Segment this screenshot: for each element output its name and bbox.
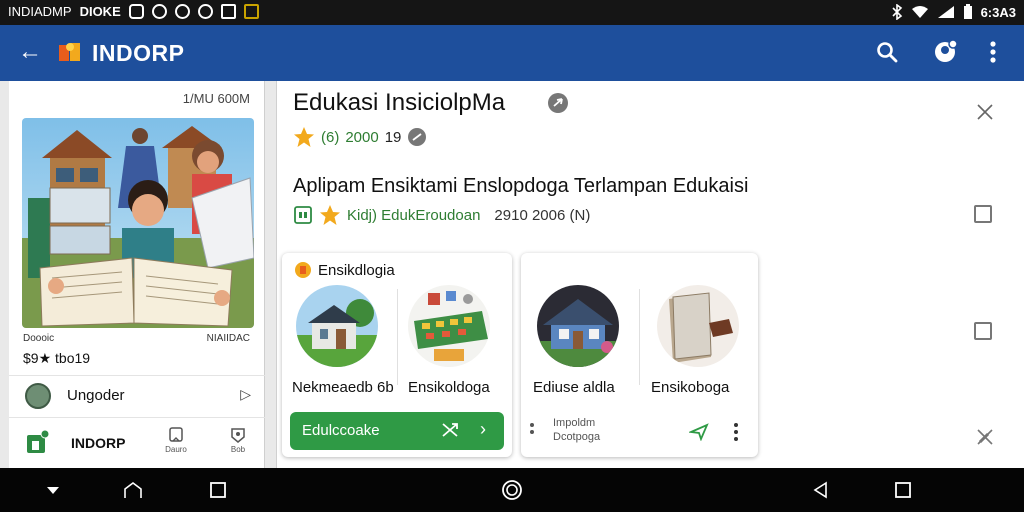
- app-title: INDORP: [92, 40, 185, 66]
- image-notification-icon: [220, 4, 236, 19]
- house-icon: [537, 285, 619, 367]
- battery-icon: [963, 4, 972, 19]
- star-icon: [294, 127, 314, 147]
- rating-prefix: (6): [321, 128, 340, 146]
- circle-notification-icon: [197, 4, 213, 19]
- close-icon[interactable]: [974, 101, 996, 123]
- play-notification-icon: [174, 4, 190, 19]
- more-vert-icon[interactable]: [983, 37, 1003, 67]
- user-name: Ungoder: [67, 387, 125, 404]
- nav-tab-1-label: Dauro: [165, 445, 187, 454]
- select-checkbox-1[interactable]: [974, 205, 992, 223]
- book-cover-icon: [657, 285, 739, 367]
- thumb-house[interactable]: [537, 285, 619, 367]
- category-label: Kidj) EdukEroudoan: [347, 206, 481, 224]
- divider: [397, 289, 398, 385]
- chevron-right-icon[interactable]: ›: [480, 419, 486, 440]
- home-label[interactable]: INDORP: [71, 435, 125, 451]
- thumb-boardgame[interactable]: [408, 285, 490, 367]
- status-left: INDIADMP DIOKE: [8, 4, 259, 19]
- hero-caption-left: Doooic: [23, 333, 55, 344]
- app-notification-icon: [128, 4, 144, 19]
- board-game-icon: [408, 285, 490, 367]
- signal-icon: [937, 6, 954, 18]
- wifi-icon: [911, 6, 928, 18]
- rating-value: 2000: [345, 128, 379, 146]
- more-vert-icon[interactable]: [733, 422, 739, 442]
- circle-home-icon[interactable]: [501, 479, 523, 501]
- page-title: Edukasi InsiciolpMa: [293, 89, 506, 116]
- divider: [639, 289, 640, 385]
- item-label-3[interactable]: Ediuse aldla: [533, 379, 615, 396]
- select-checkbox-2[interactable]: [974, 322, 992, 340]
- share-icon[interactable]: [547, 92, 569, 114]
- status-text-2: DIOKE: [79, 4, 121, 19]
- thumb-book[interactable]: [657, 285, 739, 367]
- info-line-2: Dcotpoga: [553, 431, 601, 443]
- nav-tab-2[interactable]: Bob: [221, 427, 255, 454]
- rating-count: 19: [384, 128, 402, 146]
- status-time: 6:3A3: [980, 4, 1016, 20]
- system-nav-bar: [0, 468, 1024, 512]
- calendar-icon: [294, 206, 312, 224]
- thumb-school[interactable]: [296, 285, 378, 367]
- pin-off-icon[interactable]: [974, 426, 996, 448]
- star-icon: [320, 205, 340, 225]
- more-vert-icon[interactable]: [529, 421, 535, 441]
- shuffle-icon[interactable]: [440, 420, 460, 440]
- primary-action-label: Edulccoake: [302, 422, 380, 439]
- hero-caption-right: NIAIIDAC: [206, 333, 250, 344]
- category-badge-icon: [295, 262, 311, 278]
- status-text: INDIADMP: [8, 4, 72, 19]
- home-app-icon[interactable]: [25, 429, 49, 455]
- side-bottom-nav: INDORP Dauro Bob: [9, 421, 265, 467]
- share-small-icon[interactable]: [407, 127, 427, 147]
- card-info: Impoldm Dcotpoga: [553, 416, 600, 444]
- item-label-4[interactable]: Ensikoboga: [651, 379, 729, 396]
- gallery-notification-icon: [243, 4, 259, 19]
- status-right: 6:3A3: [891, 4, 1016, 20]
- side-card: 1/MU 600M Doooic NIAIIDAC $9★ tbo19 Ungo…: [9, 81, 265, 468]
- play-arrow-icon[interactable]: ▷: [240, 386, 251, 403]
- search-icon[interactable]: [874, 39, 900, 65]
- year-range: 2910 2006 (N): [494, 206, 591, 224]
- back-triangle-icon[interactable]: [810, 479, 832, 501]
- item-label-1[interactable]: Nekmeaedb 6b: [292, 379, 394, 396]
- hero-image[interactable]: [22, 118, 254, 328]
- status-bar: INDIADMP DIOKE 6:3A3: [0, 0, 1024, 25]
- nav-tab-1[interactable]: Dauro: [159, 427, 193, 454]
- divider: [9, 375, 265, 376]
- recents-square-icon[interactable]: [892, 479, 914, 501]
- info-line-1: Impoldm: [553, 417, 596, 429]
- avatar: [25, 383, 51, 409]
- card-header: Ensikdlogia: [294, 261, 395, 279]
- card-ensiklopedia[interactable]: Ensikdlogia Nekmeaedb 6b Ensikoldoga Edu…: [282, 253, 512, 457]
- account-icon[interactable]: [932, 38, 958, 64]
- category-row: Kidj) EdukEroudoan 2910 2006 (N): [293, 204, 590, 226]
- divider: [9, 417, 265, 418]
- nav-tab-2-label: Bob: [230, 445, 246, 454]
- user-row[interactable]: Ungoder ▷: [23, 381, 255, 411]
- down-chevron-icon[interactable]: [42, 479, 64, 501]
- back-arrow-icon[interactable]: ←: [18, 38, 42, 66]
- app-bar: ← INDORP: [0, 25, 1024, 81]
- shield-icon: [231, 428, 245, 443]
- primary-action-button[interactable]: Edulccoake ›: [290, 412, 504, 450]
- card-header-label: Ensikdlogia: [318, 261, 395, 279]
- item-label-2[interactable]: Ensikoldoga: [408, 379, 490, 396]
- school-building-icon: [296, 285, 378, 367]
- card-rumah[interactable]: Ediuse aldla Ensikoboga Impoldm Dcotpoga: [521, 253, 758, 457]
- hero-illustration: [22, 118, 254, 328]
- rating-row: (6) 2000 19: [293, 126, 427, 148]
- book-icon: [169, 427, 183, 442]
- bluetooth-icon: [892, 4, 902, 20]
- side-meta: 1/MU 600M: [182, 91, 250, 106]
- shield-notification-icon: [151, 4, 167, 19]
- square-icon[interactable]: [207, 479, 229, 501]
- send-icon[interactable]: [689, 423, 709, 441]
- home-outline-icon[interactable]: [122, 479, 144, 501]
- page-subtitle: Aplipam Ensiktami Enslopdoga Terlampan E…: [293, 175, 749, 197]
- side-rating: $9★ tbo19: [23, 350, 91, 366]
- app-logo-icon: [59, 43, 80, 61]
